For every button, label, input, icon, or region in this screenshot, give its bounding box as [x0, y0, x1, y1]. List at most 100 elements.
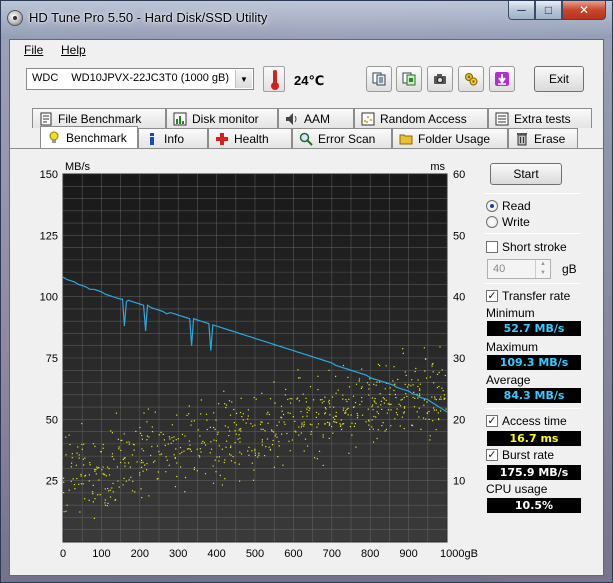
title-bar[interactable]: HD Tune Pro 5.50 - Hard Disk/SSD Utility… — [1, 1, 612, 39]
read-radio-dot[interactable] — [486, 200, 498, 212]
access-time-point — [230, 446, 232, 449]
copy-text-button[interactable] — [366, 66, 392, 92]
access-time-point — [277, 456, 279, 458]
access-time-point — [97, 494, 99, 496]
access-time-point — [332, 416, 334, 419]
tab-info[interactable]: Info — [138, 128, 208, 148]
access-time-point — [198, 454, 200, 457]
short-stroke-label: Short stroke — [502, 240, 567, 254]
copy-screenshot-button[interactable] — [396, 66, 422, 92]
tab-error-scan[interactable]: Error Scan — [292, 128, 392, 148]
transfer-rate-box[interactable]: ✓ — [486, 290, 498, 302]
access-time-point — [260, 428, 262, 430]
access-time-point — [411, 379, 413, 381]
access-time-point — [304, 438, 307, 440]
access-time-point — [95, 468, 97, 471]
access-time-point — [154, 411, 156, 413]
access-time-point — [345, 410, 347, 412]
access-time-point — [368, 394, 370, 396]
access-time-point — [335, 375, 337, 377]
access-time-point — [104, 504, 107, 506]
app-window: HD Tune Pro 5.50 - Hard Disk/SSD Utility… — [0, 0, 613, 583]
short-stroke-checkbox[interactable]: Short stroke — [486, 240, 567, 254]
access-time-point — [176, 475, 178, 478]
access-time-box[interactable]: ✓ — [486, 415, 498, 427]
access-time-point — [235, 424, 238, 426]
burst-rate-box[interactable]: ✓ — [486, 449, 498, 461]
tab-aam[interactable]: AAM — [278, 108, 354, 128]
access-time-point — [238, 429, 240, 431]
access-time-point — [339, 423, 341, 425]
access-time-point — [316, 426, 318, 428]
access-time-point — [328, 403, 331, 405]
access-time-point — [139, 426, 141, 429]
x-tick-label: 700 — [323, 548, 341, 560]
exit-button[interactable]: Exit — [534, 66, 584, 92]
short-stroke-stepper[interactable]: 40 ▲ ▼ — [487, 259, 551, 279]
burst-rate-checkbox[interactable]: ✓ Burst rate — [486, 448, 554, 462]
access-time-point — [146, 435, 148, 437]
access-time-point — [159, 454, 161, 456]
access-time-point — [414, 370, 416, 373]
access-time-point — [372, 428, 374, 430]
access-time-point — [418, 416, 420, 418]
write-radio-dot[interactable] — [486, 216, 498, 228]
access-time-point — [199, 448, 201, 450]
tab-file-benchmark[interactable]: File Benchmark — [32, 108, 166, 128]
access-time-point — [240, 453, 243, 455]
stepper-arrows-icon[interactable]: ▲ ▼ — [535, 260, 550, 278]
access-time-point — [176, 414, 178, 416]
access-time-point — [272, 439, 274, 442]
access-time-point — [253, 469, 255, 471]
menu-help[interactable]: Help — [61, 43, 86, 57]
access-time-point — [361, 397, 363, 399]
access-time-point — [302, 393, 304, 395]
tab-benchmark[interactable]: Benchmark — [40, 126, 138, 148]
tab-health[interactable]: Health — [208, 128, 292, 148]
access-time-point — [373, 415, 375, 418]
tab-disk-monitor[interactable]: Disk monitor — [166, 108, 278, 128]
options-button[interactable] — [458, 66, 484, 92]
access-time-point — [63, 492, 65, 494]
access-time-point — [142, 461, 144, 464]
access-time-point — [286, 432, 288, 435]
screenshot-button[interactable] — [427, 66, 453, 92]
access-time-point — [274, 435, 276, 437]
access-time-checkbox[interactable]: ✓ Access time — [486, 414, 567, 428]
tab-extra-tests[interactable]: Extra tests — [488, 108, 592, 128]
options-icon — [465, 73, 478, 86]
close-button[interactable]: ✕ — [562, 1, 606, 20]
read-radio[interactable]: Read — [486, 199, 531, 213]
access-time-point — [416, 411, 418, 413]
menu-file[interactable]: File — [24, 43, 43, 57]
write-radio[interactable]: Write — [486, 215, 530, 229]
access-time-point — [393, 366, 395, 368]
chevron-down-icon[interactable]: ▼ — [235, 70, 252, 88]
drive-select[interactable]: WDC WD10JPVX-22JC3T0 (1000 gB) ▼ — [26, 68, 254, 90]
access-time-point — [368, 424, 370, 426]
tab-random-access[interactable]: Random Access — [354, 108, 488, 128]
access-time-point — [371, 419, 373, 421]
access-time-point — [154, 460, 156, 462]
x-tick-label: 900 — [399, 548, 417, 560]
access-time-point — [229, 414, 232, 416]
tab-erase[interactable]: Erase — [508, 128, 578, 148]
maximize-button[interactable]: □ — [535, 1, 562, 20]
access-time-point — [417, 379, 419, 381]
transfer-rate-checkbox[interactable]: ✓ Transfer rate — [486, 289, 570, 303]
hdtune-logo-icon — [7, 10, 23, 26]
access-time-point — [78, 483, 80, 485]
short-stroke-box[interactable] — [486, 241, 498, 253]
access-time-point — [190, 424, 192, 426]
access-time-point — [251, 462, 253, 464]
access-time-point — [210, 448, 213, 450]
minimize-button[interactable]: ─ — [508, 1, 535, 20]
access-time-point — [439, 346, 441, 348]
access-time-point — [71, 457, 73, 459]
start-button[interactable]: Start — [490, 163, 562, 185]
access-time-point — [215, 440, 217, 442]
access-time-point — [413, 391, 415, 393]
tab-folder-usage[interactable]: Folder Usage — [392, 128, 508, 148]
access-time-point — [371, 426, 373, 428]
save-button[interactable] — [489, 66, 515, 92]
